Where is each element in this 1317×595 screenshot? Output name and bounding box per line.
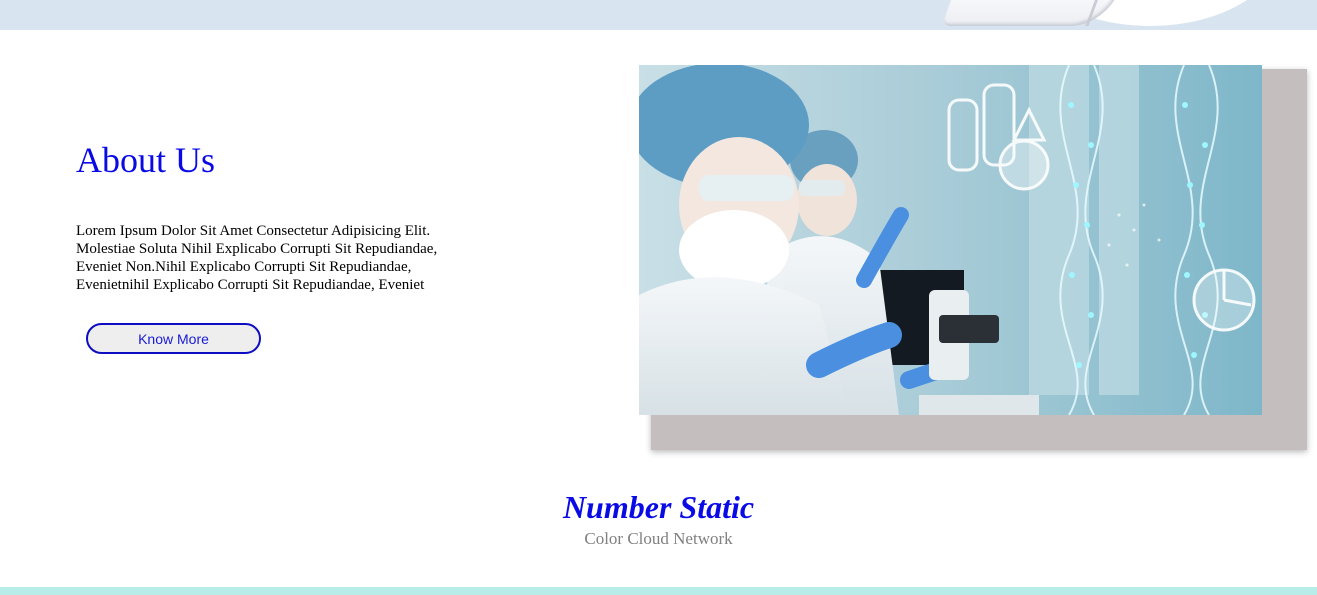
about-description: Lorem Ipsum Dolor Sit Amet Consectetur A… [76,223,438,293]
banner-image-fragment [941,0,1120,26]
lab-scientists-image [639,65,1262,415]
about-title: About Us [76,140,216,180]
know-more-button[interactable]: Know More [86,323,261,354]
bottom-divider [0,587,1317,595]
stats-subtitle: Color Cloud Network [584,529,733,548]
stats-title: Number Static [562,489,755,525]
header-banner [0,0,1317,30]
